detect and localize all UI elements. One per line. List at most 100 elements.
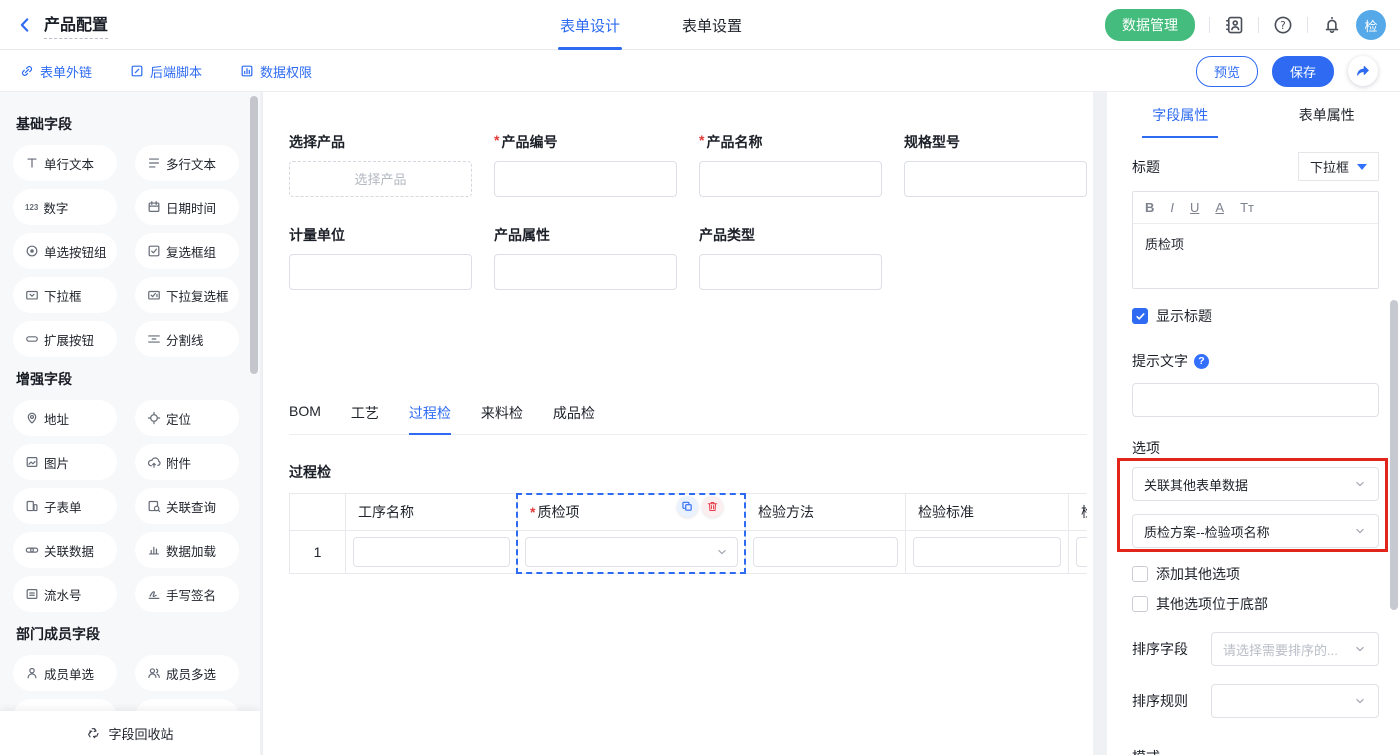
field-item-expand-button[interactable]: 扩展按钮 [13,321,117,357]
field-item-label: 成员多选 [166,664,216,683]
subtable-title: 过程检 [289,462,1086,482]
inspection-standard-input[interactable] [913,537,1061,567]
column-header-cut-off[interactable]: 检 [1069,494,1088,531]
field-item-label: 数据加载 [166,541,216,560]
tab-form-properties[interactable]: 表单属性 [1254,92,1400,138]
tab-finished-inspection[interactable]: 成品检 [553,403,595,434]
address-book-icon[interactable] [1224,15,1244,35]
product-type-input[interactable] [699,254,882,290]
font-color-button[interactable]: A [1215,200,1224,215]
form-field-product-type[interactable]: 产品类型 [699,225,882,290]
data-manage-button[interactable]: 数据管理 [1105,9,1195,41]
form-field-product-name[interactable]: *产品名称 [699,132,882,197]
other-at-bottom-row[interactable]: 其他选项位于底部 [1132,594,1379,614]
preview-button[interactable]: 预览 [1196,56,1258,87]
checkbox-checked-icon[interactable] [1132,308,1148,324]
field-item-label: 图片 [44,453,69,472]
share-button[interactable] [1348,56,1378,86]
form-field-spec-model[interactable]: 规格型号 [904,132,1087,197]
bold-button[interactable]: B [1145,200,1154,215]
tab-bom[interactable]: BOM [289,403,321,434]
panel-scrollbar[interactable] [1390,300,1398,610]
column-header-inspection-method[interactable]: 检验方法 [746,494,906,531]
font-size-button[interactable]: Tт [1240,200,1254,215]
field-item-image[interactable]: 图片 [13,444,117,480]
field-item-number[interactable]: 123数字 [13,189,117,225]
title-value[interactable]: 质检项 [1133,224,1378,288]
notification-bell-icon[interactable] [1322,15,1342,35]
mode-label: 模式 [1132,747,1379,755]
field-item-subform[interactable]: 子表单 [13,488,117,524]
field-item-location[interactable]: 定位 [135,400,239,436]
back-button[interactable] [16,16,34,34]
field-item-linked-query[interactable]: 关联查询 [135,488,239,524]
divider [1209,17,1210,33]
delete-field-button[interactable] [702,496,723,517]
field-item-serial-number[interactable]: 流水号 [13,576,117,612]
tab-process-inspection[interactable]: 过程检 [409,403,451,434]
form-field-product-code[interactable]: *产品编号 [494,132,677,197]
field-item-address[interactable]: 地址 [13,400,117,436]
column-header-process-name[interactable]: 工序名称 [346,494,518,531]
field-item-signature[interactable]: 手写签名 [135,576,239,612]
product-attribute-input[interactable] [494,254,677,290]
field-item-checkbox-group[interactable]: 复选框组 [135,233,239,269]
tab-form-design[interactable]: 表单设计 [560,0,620,50]
help-icon[interactable]: ? [1273,15,1293,35]
chevron-down-icon [1353,524,1367,538]
form-field-unit[interactable]: 计量单位 [289,225,472,290]
product-name-input[interactable] [699,161,882,197]
tab-field-properties[interactable]: 字段属性 [1107,92,1254,138]
field-item-radio-group[interactable]: 单选按钮组 [13,233,117,269]
italic-button[interactable]: I [1170,200,1174,215]
underline-button[interactable]: U [1190,200,1199,215]
hint-text-input[interactable] [1132,383,1379,417]
field-item-multi-select[interactable]: 下拉复选框 [135,277,239,313]
tab-process[interactable]: 工艺 [351,403,379,434]
copy-field-button[interactable] [677,496,698,517]
field-item-member-single[interactable]: 成员单选 [13,655,117,691]
show-title-checkbox-row[interactable]: 显示标题 [1132,306,1379,326]
save-button[interactable]: 保存 [1272,56,1334,87]
inspection-method-input[interactable] [753,537,898,567]
form-field-select-product[interactable]: 选择产品 [289,132,472,197]
select-product-input[interactable] [289,161,472,197]
help-tooltip-icon[interactable]: ? [1194,354,1209,369]
field-item-divider[interactable]: 分割线 [135,321,239,357]
user-avatar[interactable]: 检 [1356,10,1386,40]
field-item-multi-line-text[interactable]: 多行文本 [135,145,239,181]
option-field-select[interactable]: 质检方案--检验项名称 [1132,514,1379,548]
sidebar-scrollbar[interactable] [250,96,258,374]
field-item-datetime[interactable]: 日期时间 [135,189,239,225]
cut-off-input[interactable] [1076,537,1087,567]
product-code-input[interactable] [494,161,677,197]
form-field-product-attribute[interactable]: 产品属性 [494,225,677,290]
checkbox-unchecked-icon[interactable] [1132,566,1148,582]
option-source-select[interactable]: 关联其他表单数据 [1132,467,1379,501]
unit-input[interactable] [289,254,472,290]
form-external-link[interactable]: 表单外链 [20,62,92,81]
tab-incoming-inspection[interactable]: 来料检 [481,403,523,434]
checkbox-unchecked-icon[interactable] [1132,596,1148,612]
field-item-select[interactable]: 下拉框 [13,277,117,313]
field-item-single-line-text[interactable]: 单行文本 [13,145,117,181]
field-recycle-bin[interactable]: 字段回收站 [0,711,260,755]
field-item-linked-data[interactable]: 关联数据 [13,532,117,568]
required-mark: * [530,504,535,520]
recycle-bin-label: 字段回收站 [108,724,173,743]
page-title[interactable]: 产品配置 [44,11,108,39]
data-permission-link[interactable]: 数据权限 [240,62,312,81]
quality-item-select[interactable] [525,537,738,567]
tab-form-settings[interactable]: 表单设置 [682,0,742,50]
field-item-member-multi[interactable]: 成员多选 [135,655,239,691]
field-type-selector[interactable]: 下拉框 [1298,152,1379,181]
sort-rule-select[interactable] [1211,684,1379,718]
field-item-attachment[interactable]: 附件 [135,444,239,480]
sort-field-select[interactable]: 请选择需要排序的... [1211,632,1379,666]
column-header-inspection-standard[interactable]: 检验标准 [906,494,1069,531]
add-other-option-row[interactable]: 添加其他选项 [1132,564,1379,584]
backend-script-link[interactable]: 后端脚本 [130,62,202,81]
spec-model-input[interactable] [904,161,1087,197]
field-item-data-load[interactable]: 数据加载 [135,532,239,568]
process-name-input[interactable] [353,537,510,567]
